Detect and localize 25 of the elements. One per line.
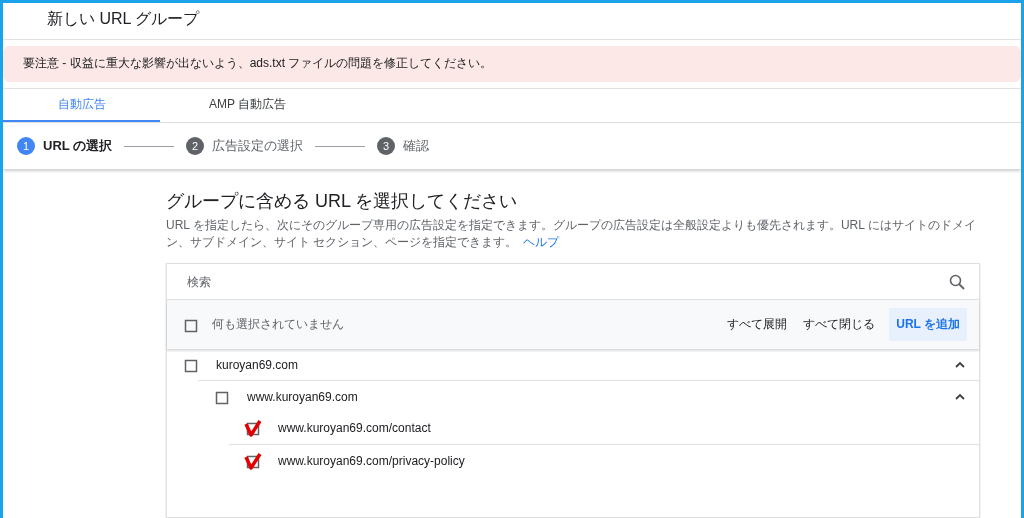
add-url-button[interactable]: URL を追加 bbox=[889, 308, 967, 341]
page-title: 新しい URL グループ bbox=[47, 9, 200, 29]
url-label: kuroyan69.com bbox=[216, 357, 300, 372]
collapse-all-button[interactable]: すべて閉じる bbox=[801, 312, 878, 337]
tab[interactable]: 自動広告 bbox=[3, 89, 160, 123]
step-number: 3 bbox=[377, 137, 396, 156]
step-label: 確認 bbox=[403, 137, 430, 156]
help-link[interactable]: ヘルプ bbox=[523, 235, 560, 249]
section-heading: グループに含める URL を選択してください bbox=[166, 190, 519, 213]
step-label: 広告設定の選択 bbox=[212, 137, 304, 156]
checkbox[interactable] bbox=[244, 419, 262, 437]
expand-all-button[interactable]: すべて展開 bbox=[725, 312, 790, 337]
url-label: www.kuroyan69.com/privacy-policy bbox=[278, 454, 466, 468]
section-description: URL を指定したら、次にそのグループ専用の広告設定を指定できます。グループの広告設定は全般設定よりも優先されます。URL にはサイトのドメイン、サブドメイン、サイト セクション、ページを指定できます。 ヘルプ bbox=[166, 217, 977, 251]
selection-status: 何も選択されていません bbox=[212, 316, 345, 333]
checkbox[interactable] bbox=[244, 452, 262, 470]
step-number: 1 bbox=[17, 137, 35, 156]
url-label: www.kuroyan69.com bbox=[247, 389, 359, 404]
step-label: URL の選択 bbox=[43, 137, 113, 156]
step-number: 2 bbox=[186, 137, 205, 156]
search-icon[interactable] bbox=[949, 273, 965, 290]
warning-banner: 要注意 - 収益に重大な影響が出ないよう、ads.txt ファイルの問題を修正してください。 bbox=[3, 45, 1021, 83]
search-field[interactable]: 検索 bbox=[185, 273, 949, 290]
url-label: www.kuroyan69.com/contact bbox=[278, 421, 432, 435]
tab[interactable]: AMP 自動広告 bbox=[160, 89, 335, 123]
